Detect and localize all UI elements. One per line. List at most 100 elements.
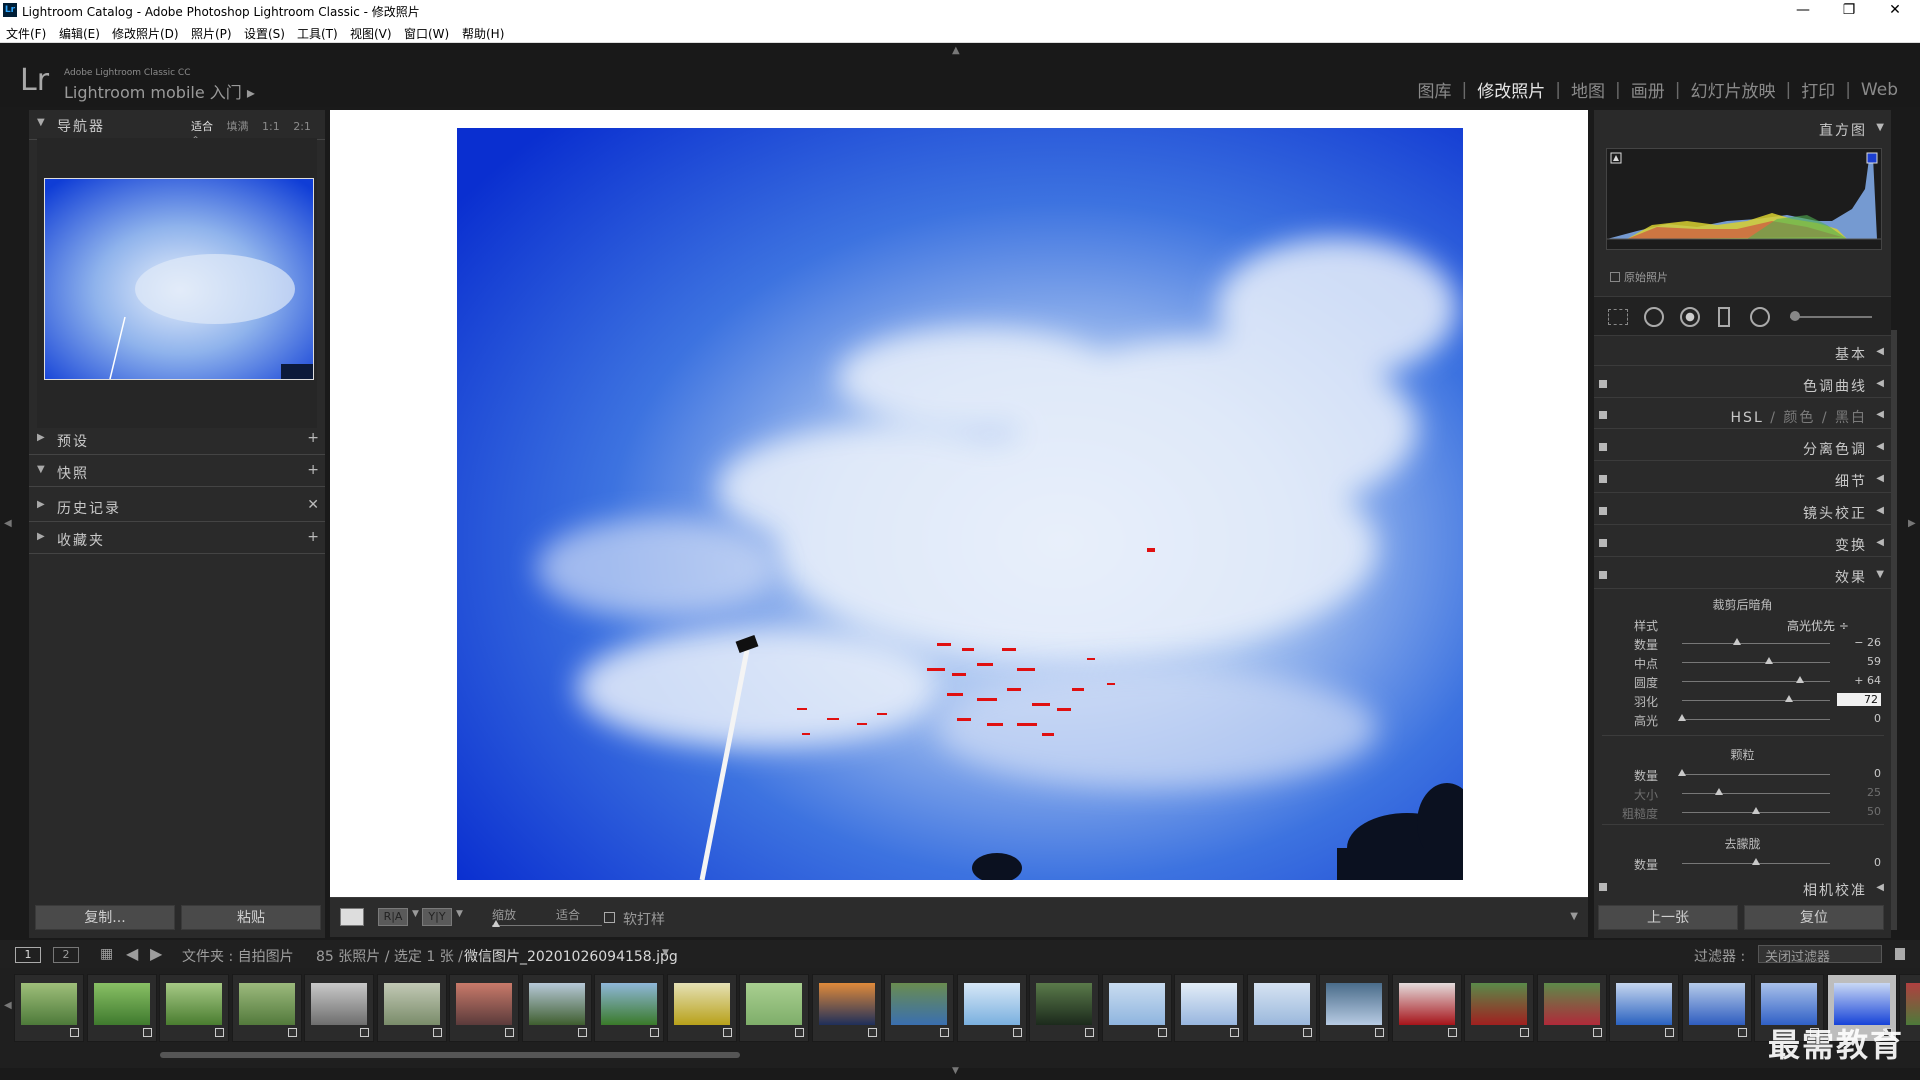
panel-switch-icon[interactable] [1599, 883, 1607, 891]
module-web[interactable]: Web [1851, 80, 1908, 100]
menu-develop[interactable]: 修改照片(D) [112, 25, 179, 42]
zoom-fill-option[interactable]: 填满 [227, 120, 249, 133]
filmstrip-thumbnail[interactable] [159, 974, 229, 1042]
tone-curve-header[interactable]: 色调曲线 ◀ [1594, 370, 1891, 398]
restore-button[interactable]: ❐ [1826, 0, 1872, 22]
menu-file[interactable]: 文件(F) [6, 25, 46, 42]
vignette-slider-value[interactable]: − 26 [1837, 636, 1881, 649]
module-develop[interactable]: 修改照片 [1467, 77, 1555, 102]
collapse-triangle-icon[interactable]: ▼ [1876, 569, 1884, 580]
bw-tab[interactable]: 黑白 [1835, 410, 1867, 426]
grain-slider-knob[interactable] [1678, 769, 1686, 776]
panel-switch-icon[interactable] [1599, 507, 1607, 515]
lens-correction-header[interactable]: 镜头校正 ◀ [1594, 497, 1891, 525]
softproof-checkbox[interactable] [604, 912, 615, 923]
expand-triangle-icon[interactable]: ◀ [1876, 441, 1884, 452]
panel-switch-icon[interactable] [1599, 443, 1607, 451]
filmstrip-thumbnail[interactable] [1536, 974, 1607, 1042]
main-photo[interactable] [457, 128, 1463, 880]
secondary-window-button[interactable]: 2 [53, 947, 79, 963]
navigator-preview-image[interactable] [44, 178, 314, 380]
vignette-slider-knob[interactable] [1678, 714, 1686, 721]
clear-history-icon[interactable]: ✕ [307, 497, 319, 513]
histogram-header[interactable]: 直方图 ▼ [1594, 114, 1891, 142]
grain-slider-value[interactable]: 0 [1837, 767, 1881, 780]
filmstrip-thumbnail[interactable] [739, 974, 809, 1042]
graduated-filter-icon[interactable] [1718, 307, 1730, 327]
reset-button[interactable]: 复位 [1744, 905, 1884, 930]
filmstrip-thumbnail[interactable] [1464, 974, 1534, 1042]
module-book[interactable]: 画册 [1621, 77, 1675, 102]
expand-triangle-icon[interactable]: ◀ [1876, 409, 1884, 420]
vignette-slider-knob[interactable] [1796, 676, 1805, 683]
module-map[interactable]: 地图 [1561, 77, 1615, 102]
crop-overlay-icon[interactable] [1608, 309, 1628, 325]
dehaze-slider-value[interactable]: 0 [1837, 856, 1881, 869]
vignette-slider-knob[interactable] [1732, 638, 1741, 645]
zoom-slider[interactable] [492, 925, 602, 926]
filmstrip-thumbnail[interactable] [594, 974, 664, 1042]
hsl-header[interactable]: HSL / 颜色 / 黑白 ◀ [1594, 401, 1891, 429]
grid-view-icon[interactable]: ▦ [100, 946, 113, 962]
filmstrip-thumbnail[interactable] [1609, 974, 1679, 1042]
before-after-view-button[interactable]: R|A [378, 908, 408, 926]
dropdown-arrow-icon[interactable]: ▼ [412, 909, 419, 919]
collapse-triangle-icon[interactable]: ▼ [37, 117, 45, 128]
vignette-slider-value[interactable]: + 64 [1837, 674, 1881, 687]
filmstrip-thumbnail[interactable] [811, 974, 882, 1042]
menu-edit[interactable]: 编辑(E) [59, 25, 100, 42]
grain-slider-knob[interactable] [1752, 807, 1760, 814]
filmstrip-thumbnail[interactable] [304, 974, 374, 1042]
filter-lock-icon[interactable] [1895, 948, 1905, 960]
vignette-slider-value[interactable]: 59 [1837, 655, 1881, 668]
menu-tools[interactable]: 工具(T) [297, 25, 338, 42]
filmstrip-thumbnail[interactable] [956, 974, 1027, 1042]
filmstrip-thumbnail[interactable] [1174, 974, 1244, 1042]
menu-photo[interactable]: 照片(P) [191, 25, 232, 42]
zoom-1to1-option[interactable]: 1:1 [262, 120, 280, 133]
dehaze-slider-knob[interactable] [1752, 858, 1760, 865]
before-after-split-button[interactable]: Y|Y [422, 908, 452, 926]
module-slideshow[interactable]: 幻灯片放映 [1680, 77, 1785, 102]
back-arrow-icon[interactable]: ◀ [126, 944, 138, 963]
top-panel-toggle-icon[interactable]: ▲ [952, 45, 960, 56]
filmstrip-thumbnail[interactable] [449, 974, 519, 1042]
paste-settings-button[interactable]: 粘贴 [181, 905, 321, 930]
filmstrip-thumbnail[interactable] [1681, 974, 1752, 1042]
minimize-button[interactable]: — [1780, 0, 1826, 22]
toolbar-options-icon[interactable]: ▼ [1570, 911, 1578, 922]
module-print[interactable]: 打印 [1791, 77, 1845, 102]
filmstrip-thumbnail[interactable] [1101, 974, 1172, 1042]
add-preset-icon[interactable]: + [307, 430, 319, 446]
expand-triangle-icon[interactable]: ◀ [1876, 378, 1884, 389]
adjustment-brush-icon[interactable] [1790, 316, 1872, 318]
grain-slider-track[interactable] [1682, 793, 1830, 794]
collapse-triangle-icon[interactable]: ▼ [1876, 122, 1884, 133]
filmstrip-thumbnail[interactable] [231, 974, 302, 1042]
panel-switch-icon[interactable] [1599, 571, 1607, 579]
grain-slider-value[interactable]: 25 [1837, 786, 1881, 799]
camera-calibration-header[interactable]: 相机校准 ◀ [1594, 876, 1891, 898]
menu-settings[interactable]: 设置(S) [244, 25, 285, 42]
module-library[interactable]: 图库 [1408, 77, 1462, 102]
copy-settings-button[interactable]: 复制... [35, 905, 175, 930]
grain-slider-track[interactable] [1682, 774, 1830, 775]
detail-header[interactable]: 细节 ◀ [1594, 465, 1891, 493]
color-tab[interactable]: 颜色 [1783, 410, 1815, 426]
red-eye-icon[interactable] [1680, 307, 1700, 327]
filmstrip-thumbnail[interactable] [1029, 974, 1099, 1042]
presets-header[interactable]: ▶ 预设 + [29, 425, 325, 455]
vignette-slider-value[interactable]: 0 [1837, 712, 1881, 725]
snapshots-header[interactable]: ▼ 快照 + [29, 457, 325, 487]
filmstrip-thumbnail[interactable] [666, 974, 737, 1042]
grain-slider-value[interactable]: 50 [1837, 805, 1881, 818]
filmstrip-thumbnail[interactable] [376, 974, 447, 1042]
expand-triangle-icon[interactable]: ▶ [37, 499, 45, 510]
brush-knob-icon[interactable] [1790, 311, 1800, 321]
zoom-fit-option[interactable]: 适合 [191, 120, 213, 133]
vignette-slider-track[interactable] [1682, 662, 1830, 663]
collapse-triangle-icon[interactable]: ▼ [37, 464, 45, 475]
left-panel-toggle-icon[interactable]: ◀ [4, 518, 12, 529]
expand-triangle-icon[interactable]: ◀ [1876, 505, 1884, 516]
right-panel-scrollbar[interactable] [1891, 330, 1897, 930]
